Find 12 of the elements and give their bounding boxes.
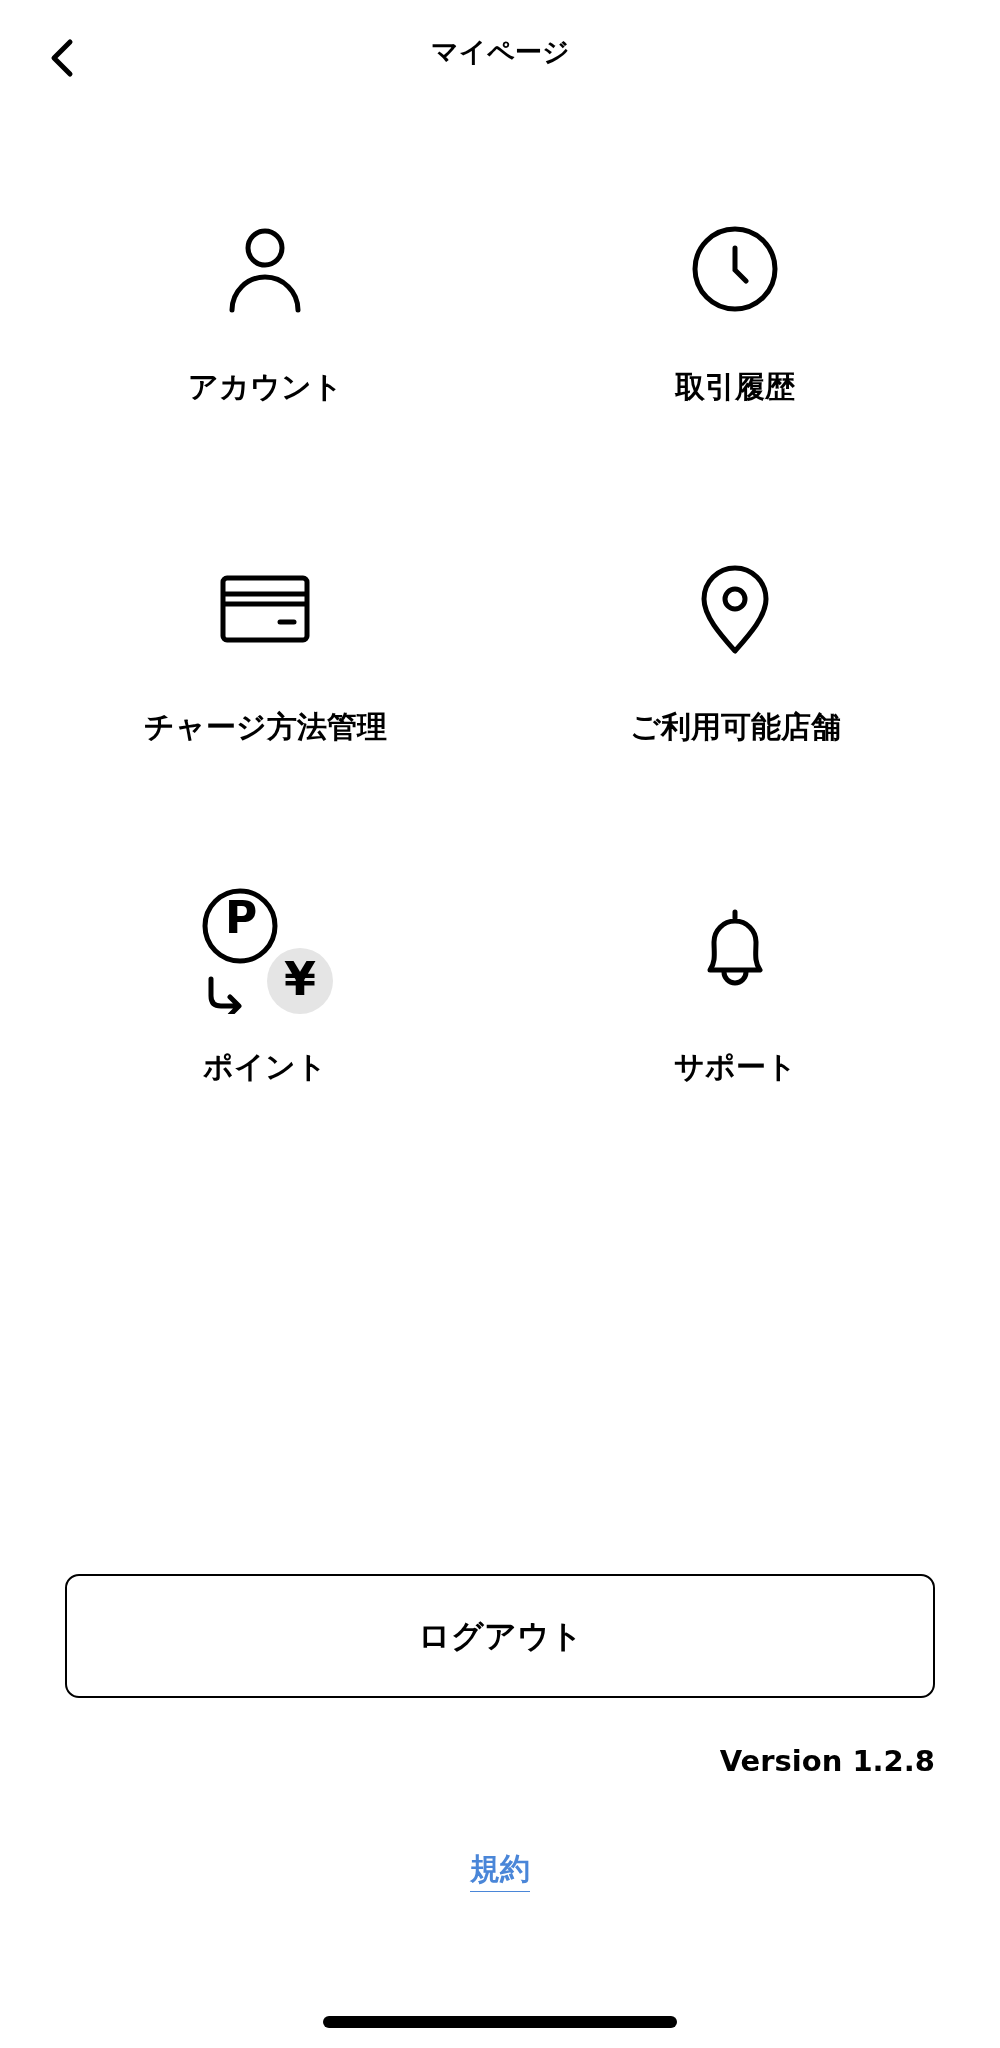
back-icon: [50, 38, 74, 78]
menu-tile[interactable]: アカウント: [30, 194, 500, 534]
logout-button[interactable]: ログアウト: [65, 1574, 935, 1698]
menu-tile[interactable]: サポート: [500, 874, 970, 1214]
menu-tile[interactable]: チャージ方法管理: [30, 534, 500, 874]
clock-icon: [690, 224, 780, 314]
menu-tile[interactable]: P ¥ ポイント: [30, 874, 500, 1214]
terms-link[interactable]: 規約: [470, 1845, 530, 1892]
page-title: マイページ: [430, 34, 570, 69]
menu-tile[interactable]: ご利用可能店舗: [500, 534, 970, 874]
menu-tile[interactable]: 取引履歴: [500, 194, 970, 534]
version-text: Version 1.2.8: [719, 1743, 935, 1780]
